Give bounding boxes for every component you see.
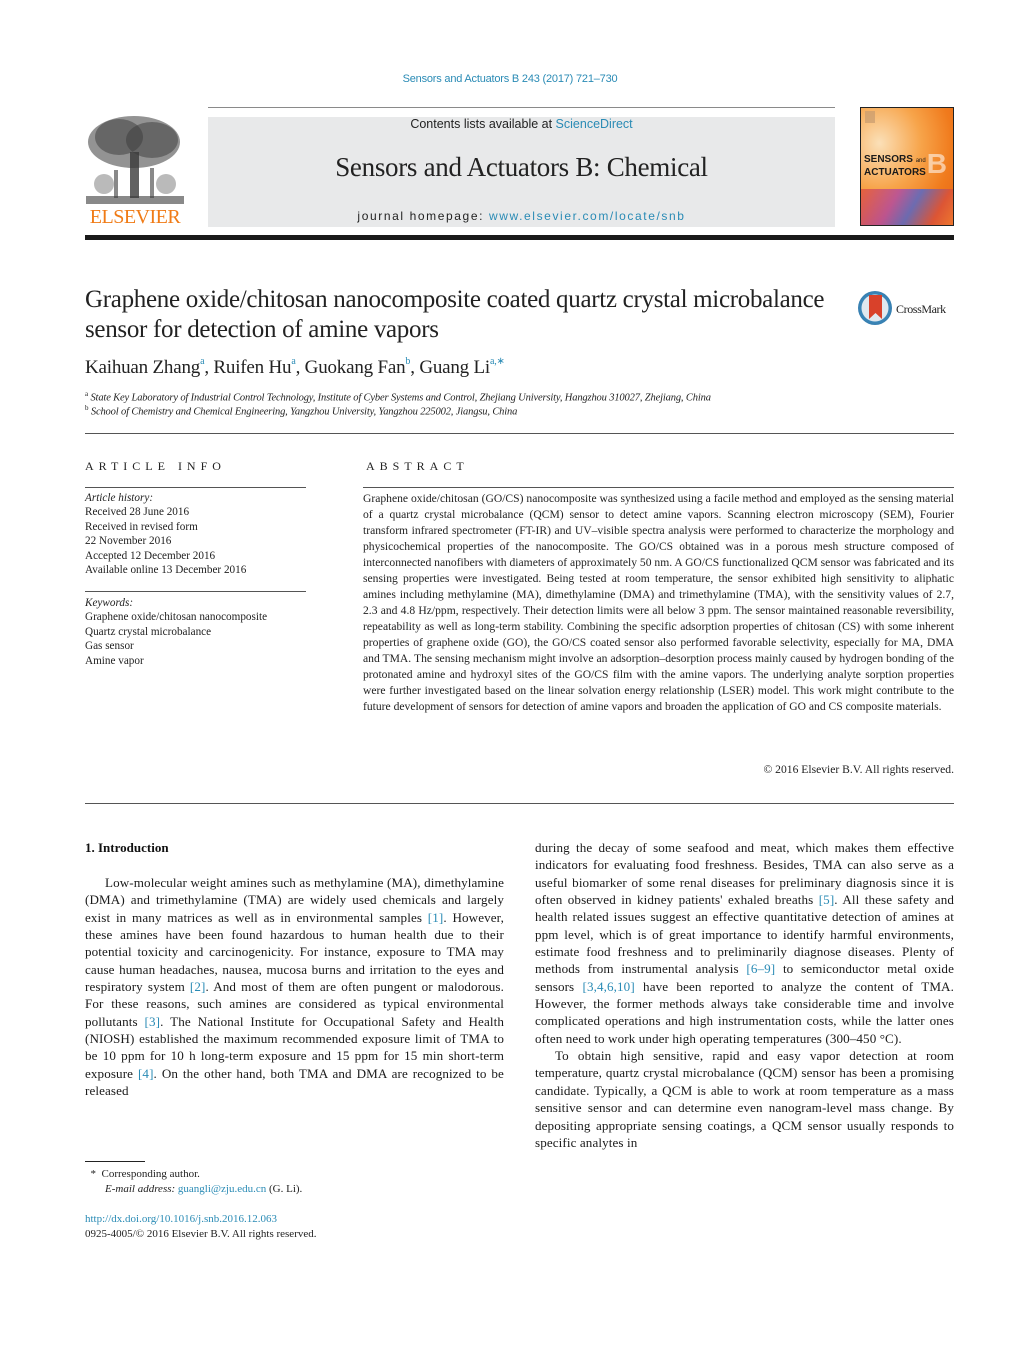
- body-column-right: during the decay of some seafood and mea…: [535, 839, 954, 1151]
- doi-block: http://dx.doi.org/10.1016/j.snb.2016.12.…: [85, 1212, 317, 1242]
- contents-line: Contents lists available at ScienceDirec…: [208, 117, 835, 131]
- cover-title-line2: ACTUATORS: [864, 167, 926, 178]
- author[interactable]: Guang Lia,∗: [419, 356, 505, 378]
- author-name: Ruifen Hu: [213, 357, 292, 378]
- journal-banner: Contents lists available at ScienceDirec…: [208, 117, 835, 227]
- history-item: Received in revised form: [85, 520, 198, 533]
- author[interactable]: Guokang Fanb: [304, 356, 411, 378]
- history-item: Accepted 12 December 2016: [85, 549, 216, 562]
- paragraph: To obtain high sensitive, rapid and easy…: [535, 1047, 954, 1151]
- cover-title-line1: SENSORS: [864, 154, 913, 165]
- email-link[interactable]: guangli@zju.edu.cn: [178, 1183, 266, 1195]
- author-sep: ,: [295, 357, 305, 378]
- citation-link[interactable]: [3,4,6,10]: [583, 979, 635, 994]
- affiliation-key: b: [85, 404, 89, 412]
- article-info-divider: [85, 487, 306, 488]
- journal-citation-link[interactable]: Sensors and Actuators B 243 (2017) 721–7…: [0, 73, 1020, 85]
- citation-link[interactable]: [1]: [428, 910, 444, 925]
- paragraph: Low-molecular weight amines such as meth…: [85, 874, 504, 1099]
- elsevier-wordmark: ELSEVIER: [89, 206, 181, 228]
- keyword: Gas sensor: [85, 640, 134, 653]
- citation-link[interactable]: [5]: [819, 892, 835, 907]
- abstract-copyright: © 2016 Elsevier B.V. All rights reserved…: [763, 763, 954, 776]
- journal-homepage-link[interactable]: www.elsevier.com/locate/snb: [489, 209, 686, 223]
- footnote-mark: *: [90, 1168, 97, 1180]
- crossmark-label: CrossMark: [896, 302, 946, 316]
- corresponding-label: Corresponding author.: [101, 1168, 200, 1180]
- elsevier-logo[interactable]: ELSEVIER: [84, 112, 186, 228]
- contents-prefix: Contents lists available at: [410, 117, 556, 131]
- author-affil-sup[interactable]: a,∗: [490, 356, 505, 367]
- author-name: Kaihuan Zhang: [85, 357, 201, 378]
- cover-artwork: [861, 189, 953, 225]
- article-info-heading: ARTICLE INFO: [85, 459, 226, 473]
- abstract-text: Graphene oxide/chitosan (GO/CS) nanocomp…: [363, 492, 954, 713]
- citation-link[interactable]: [2]: [190, 979, 206, 994]
- keywords: Keywords: Graphene oxide/chitosan nanoco…: [85, 596, 267, 668]
- history-item: 22 November 2016: [85, 535, 172, 548]
- article-title: Graphene oxide/chitosan nanocomposite co…: [85, 286, 825, 343]
- elsevier-tree-icon: [84, 112, 186, 206]
- footnote: * Corresponding author. E-mail address: …: [85, 1167, 303, 1197]
- author-name: Guang Li: [419, 357, 491, 378]
- keyword: Quartz crystal microbalance: [85, 625, 212, 638]
- history-item: Available online 13 December 2016: [85, 564, 247, 577]
- crossmark-button[interactable]: CrossMark: [858, 291, 958, 331]
- journal-cover-image[interactable]: SENSORS and ACTUATORS B: [860, 107, 954, 226]
- journal-homepage: journal homepage: www.elsevier.com/locat…: [208, 209, 835, 223]
- abstract-end-divider: [85, 803, 954, 804]
- citation-link[interactable]: [3]: [145, 1014, 161, 1029]
- footnote-divider: [85, 1161, 145, 1162]
- abstract-heading: ABSTRACT: [366, 459, 469, 473]
- author[interactable]: Kaihuan Zhanga: [85, 356, 205, 378]
- text-run: To obtain high sensitive, rapid and easy…: [535, 1048, 954, 1150]
- citation-link[interactable]: [6–9]: [746, 961, 775, 976]
- keyword: Amine vapor: [85, 654, 144, 667]
- author-affil-sup[interactable]: b: [405, 356, 410, 367]
- keywords-divider: [85, 591, 306, 592]
- affiliation-key: a: [85, 390, 88, 398]
- affiliation-text: State Key Laboratory of Industrial Contr…: [90, 392, 711, 404]
- paragraph: during the decay of some seafood and mea…: [535, 839, 954, 1047]
- author-affil-sup[interactable]: a: [200, 356, 204, 367]
- sciencedirect-link[interactable]: ScienceDirect: [556, 117, 633, 131]
- homepage-prefix: journal homepage:: [357, 209, 489, 223]
- author-affil-sup[interactable]: a: [291, 356, 295, 367]
- citation-link[interactable]: [4]: [138, 1066, 154, 1081]
- author-name: Guokang Fan: [304, 357, 406, 378]
- header-divider: [208, 107, 835, 108]
- body-column-left: Low-molecular weight amines such as meth…: [85, 874, 504, 1099]
- email-note: E-mail address: guangli@zju.edu.cn (G. L…: [85, 1182, 302, 1197]
- section-heading-introduction: 1. Introduction: [85, 840, 169, 855]
- email-suffix: (G. Li).: [266, 1183, 303, 1195]
- history-label: Article history:: [85, 492, 154, 504]
- corresponding-author-note: * Corresponding author.: [85, 1167, 302, 1182]
- affiliation-a: a State Key Laboratory of Industrial Con…: [85, 390, 711, 404]
- cover-title-and: and: [915, 158, 926, 164]
- author-sep: ,: [410, 357, 420, 378]
- affiliation-divider: [85, 433, 954, 434]
- doi-link[interactable]: http://dx.doi.org/10.1016/j.snb.2016.12.…: [85, 1213, 277, 1225]
- keywords-label: Keywords:: [85, 597, 134, 609]
- issn-copyright: 0925-4005/© 2016 Elsevier B.V. All right…: [85, 1228, 317, 1240]
- author-list: Kaihuan Zhanga, Ruifen Hua, Guokang Fanb…: [85, 356, 505, 379]
- cover-letter: B: [926, 148, 947, 179]
- article-history: Article history: Received 28 June 2016 R…: [85, 491, 246, 577]
- keyword: Graphene oxide/chitosan nanocomposite: [85, 611, 268, 624]
- cover-title: SENSORS and ACTUATORS: [864, 154, 926, 178]
- header-thick-rule: [85, 235, 954, 240]
- history-item: Received 28 June 2016: [85, 506, 190, 519]
- email-label: E-mail address:: [105, 1183, 178, 1195]
- abstract-divider: [363, 487, 954, 488]
- journal-title: Sensors and Actuators B: Chemical: [335, 152, 708, 182]
- author[interactable]: Ruifen Hua: [213, 356, 295, 378]
- cover-elsevier-icon: [865, 111, 875, 123]
- affiliation-text: School of Chemistry and Chemical Enginee…: [90, 406, 518, 418]
- affiliation-b: b School of Chemistry and Chemical Engin…: [85, 404, 517, 418]
